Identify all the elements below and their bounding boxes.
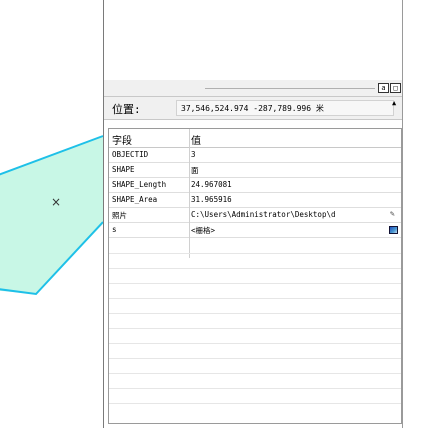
maximize-icon[interactable]: □ — [390, 83, 401, 93]
empty-row-line — [109, 283, 401, 284]
location-row: 位置: 37,546,524.974 -287,789.996 米 — [104, 97, 402, 120]
row-field: SHAPE_Length — [112, 180, 167, 189]
table-row[interactable]: OBJECTID 3 — [109, 148, 401, 163]
toolbar-separator — [205, 88, 375, 89]
location-value-field[interactable]: 37,546,524.974 -287,789.996 米 — [176, 100, 394, 116]
empty-row-line — [109, 313, 401, 314]
row-value: 24.967081 — [191, 180, 232, 189]
empty-row-line — [109, 343, 401, 344]
row-value: 面 — [191, 166, 199, 175]
scroll-up-icon[interactable]: ▲ — [392, 99, 396, 107]
row-field: SHAPE_Area — [112, 195, 158, 204]
empty-row-line — [109, 328, 401, 329]
row-value: C:\Users\Administrator\Desktop\d — [191, 210, 336, 219]
selected-polygon[interactable] — [0, 136, 103, 294]
row-field: SHAPE — [112, 165, 135, 174]
cursor-crosshair-icon: × — [51, 195, 61, 209]
hyperlink-pen-icon[interactable]: ✎ — [390, 209, 395, 218]
empty-row-line — [109, 298, 401, 299]
empty-row-line — [109, 373, 401, 374]
header-field: 字段 — [112, 136, 132, 147]
row-field: 照片 — [112, 211, 127, 220]
table-row[interactable]: SHAPE_Length 24.967081 — [109, 178, 401, 193]
empty-row-line — [109, 403, 401, 404]
dock-buttons: a □ — [378, 83, 401, 93]
empty-row-line — [109, 253, 401, 254]
table-row[interactable]: 照片 C:\Users\Administrator\Desktop\d ✎ — [109, 208, 401, 223]
map-svg: × — [0, 135, 104, 296]
row-field: s — [112, 225, 117, 234]
row-value: 3 — [191, 150, 196, 159]
row-value: 31.965916 — [191, 195, 232, 204]
table-row[interactable]: SHAPE_Area 31.965916 — [109, 193, 401, 208]
table-row[interactable]: SHAPE 面 — [109, 163, 401, 178]
raster-image-icon[interactable] — [389, 226, 398, 234]
header-value: 值 — [191, 136, 201, 147]
auto-hide-icon[interactable]: a — [378, 83, 389, 93]
row-field: OBJECTID — [112, 150, 149, 159]
panel-left-border — [103, 0, 104, 428]
location-label: 位置: — [112, 103, 141, 116]
row-value: <栅格> — [191, 226, 216, 235]
attribute-table[interactable]: 字段 值 OBJECTID 3 SHAPE 面 SHAPE_Length 24.… — [108, 128, 402, 424]
table-header: 字段 值 — [109, 129, 401, 148]
panel-right-border — [402, 0, 403, 428]
column-divider — [189, 129, 190, 258]
empty-row-line — [109, 388, 401, 389]
empty-row-line — [109, 268, 401, 269]
empty-row-line — [109, 358, 401, 359]
map-canvas[interactable]: × — [0, 0, 105, 428]
table-row[interactable]: s <栅格> — [109, 223, 401, 238]
